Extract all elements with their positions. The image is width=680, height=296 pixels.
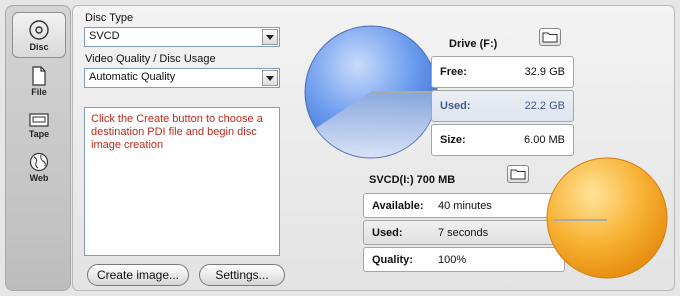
drive-folder-button[interactable] [539,28,561,46]
drive-title: Drive (F:) [449,38,498,50]
disc-used-value: 7 seconds [438,227,489,239]
disc-title: SVCD(I:) 700 MB [369,174,456,186]
sidebar-item-tape[interactable]: Tape [12,102,66,148]
disc-used-label: Used: [372,227,403,239]
chevron-down-icon[interactable] [262,29,278,45]
sidebar-item-label: Web [29,172,49,183]
drive-free-label: Free: [440,66,467,78]
drive-used-row: Used: 22.2 GB [431,90,574,122]
disc-type-select[interactable]: SVCD [84,27,280,47]
sidebar-item-label: File [31,86,47,97]
disc-type-value: SVCD [89,30,120,42]
disc-available-value: 40 minutes [438,200,492,212]
disc-usage-globe [546,157,668,279]
drive-size-label: Size: [440,134,466,146]
disc-quality-row: Quality: 100% [363,247,565,272]
disc-quality-value: 100% [438,254,467,266]
status-message: Click the Create button to choose a dest… [91,113,263,151]
create-image-button[interactable]: Create image... [87,264,189,286]
disc-available-row: Available: 40 minutes [363,193,565,218]
web-icon [29,152,49,171]
quality-label: Video Quality / Disc Usage [85,53,216,65]
drive-size-row: Size: 6.00 MB [431,124,574,156]
sidebar-item-label: Disc [29,41,49,52]
quality-value: Automatic Quality [89,71,176,83]
folder-icon [542,32,558,43]
drive-free-value: 32.9 GB [524,66,565,78]
disc-type-label: Disc Type [85,12,134,24]
sidebar-item-file[interactable]: File [12,58,66,104]
file-icon [32,65,46,86]
drive-free-row: Free: 32.9 GB [431,56,574,88]
status-message-box: Click the Create button to choose a dest… [84,107,280,256]
sidebar-item-label: Tape [28,128,50,139]
disc-used-row: Used: 7 seconds [363,220,565,245]
drive-used-label: Used: [440,100,471,112]
drive-info-card: Free: 32.9 GB Used: 22.2 GB Size: 6.00 M… [431,56,574,158]
sidebar-item-web[interactable]: Web [12,144,66,190]
quality-select[interactable]: Automatic Quality [84,68,280,88]
sidebar: Disc File Tape Web [5,5,71,291]
disc-quality-label: Quality: [372,254,413,266]
disc-image-panel: Disc Type SVCD Video Quality / Disc Usag… [72,5,675,291]
drive-used-value: 22.2 GB [524,100,565,112]
chevron-down-icon[interactable] [262,70,278,86]
disc-available-label: Available: [372,200,424,212]
sidebar-item-disc[interactable]: Disc [12,12,66,58]
tape-icon [29,112,49,127]
disc-folder-button[interactable] [507,165,529,183]
folder-icon [510,169,526,180]
drive-usage-globe [304,25,439,159]
disc-icon [29,19,49,40]
settings-button[interactable]: Settings... [199,264,285,286]
drive-size-value: 6.00 MB [524,134,565,146]
